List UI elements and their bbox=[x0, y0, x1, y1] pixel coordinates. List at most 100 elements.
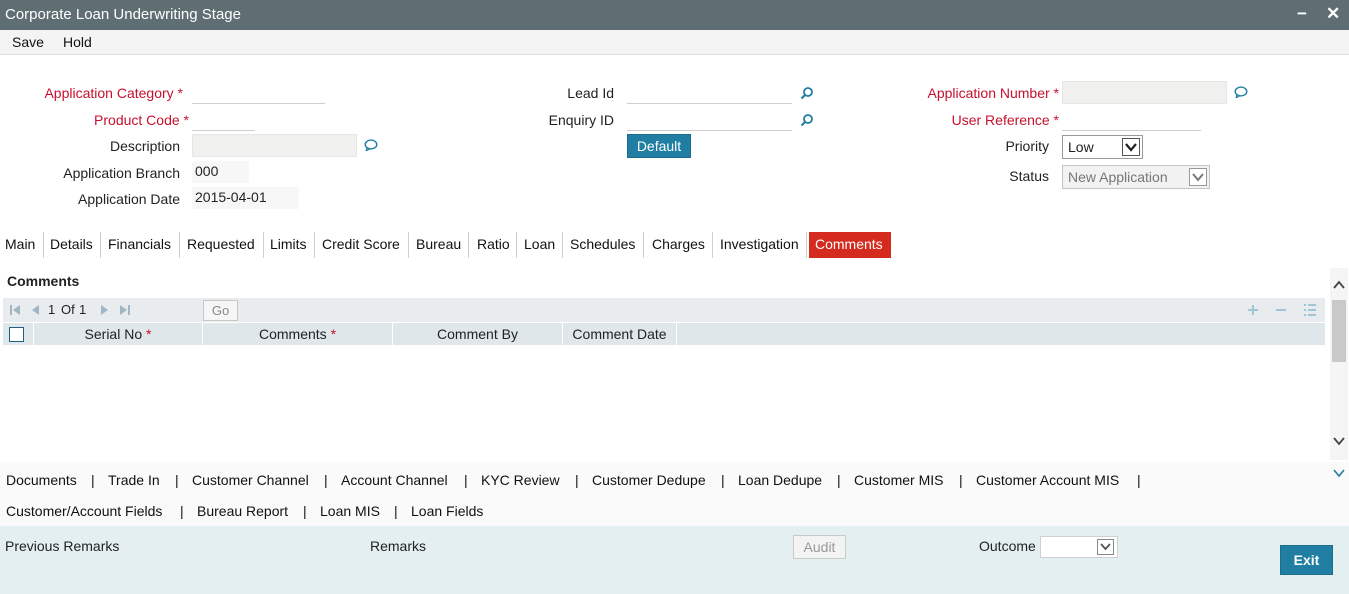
status-value: New Application bbox=[1068, 169, 1168, 185]
column-comment-by[interactable]: Comment By bbox=[393, 323, 563, 345]
tab-schedules[interactable]: Schedules bbox=[570, 232, 644, 258]
chevron-down-icon bbox=[1122, 138, 1140, 156]
link-customer-account-mis[interactable]: Customer Account MIS bbox=[976, 472, 1119, 488]
link-customer-channel[interactable]: Customer Channel bbox=[192, 472, 309, 488]
tab-bureau[interactable]: Bureau bbox=[416, 232, 469, 258]
tab-credit-score[interactable]: Credit Score bbox=[322, 232, 409, 258]
grid-header: Serial No * Comments * Comment By Commen… bbox=[3, 323, 1325, 345]
link-separator: | bbox=[394, 503, 398, 519]
window-title: Corporate Loan Underwriting Stage bbox=[5, 6, 241, 23]
outcome-select[interactable] bbox=[1040, 536, 1118, 558]
user-reference-input[interactable] bbox=[1062, 109, 1201, 131]
application-date-value: 2015-04-01 bbox=[192, 187, 299, 209]
tab-investigation[interactable]: Investigation bbox=[720, 232, 807, 258]
window-titlebar: Corporate Loan Underwriting Stage − ✕ bbox=[0, 0, 1349, 30]
default-button[interactable]: Default bbox=[627, 134, 691, 158]
column-comment-date[interactable]: Comment Date bbox=[563, 323, 677, 345]
link-bureau-report[interactable]: Bureau Report bbox=[197, 503, 288, 519]
pager-total-pages: 1 bbox=[79, 302, 87, 317]
go-button[interactable]: Go bbox=[203, 300, 238, 321]
application-number-comment-icon[interactable] bbox=[1234, 86, 1248, 98]
chevron-down-icon bbox=[1189, 168, 1207, 186]
column-comments[interactable]: Comments * bbox=[203, 323, 393, 345]
tab-comments[interactable]: Comments bbox=[809, 232, 891, 258]
comments-section-title: Comments bbox=[7, 273, 80, 289]
link-customer-mis[interactable]: Customer MIS bbox=[854, 472, 943, 488]
tab-financials[interactable]: Financials bbox=[108, 232, 180, 258]
link-separator: | bbox=[464, 472, 468, 488]
tab-requested[interactable]: Requested bbox=[187, 232, 264, 258]
enquiry-id-search-icon[interactable] bbox=[800, 113, 814, 127]
first-page-icon[interactable] bbox=[9, 304, 21, 316]
product-code-label: Product Code * bbox=[94, 112, 189, 128]
link-separator: | bbox=[303, 503, 307, 519]
add-row-icon[interactable] bbox=[1247, 304, 1259, 316]
remarks-label[interactable]: Remarks bbox=[370, 538, 426, 554]
link-loan-mis[interactable]: Loan MIS bbox=[320, 503, 380, 519]
save-menu[interactable]: Save bbox=[12, 34, 44, 50]
tab-loan[interactable]: Loan bbox=[524, 232, 563, 258]
description-input[interactable] bbox=[192, 134, 357, 157]
scroll-down-icon[interactable] bbox=[1333, 436, 1345, 446]
application-category-input[interactable] bbox=[192, 82, 325, 104]
link-separator: | bbox=[180, 503, 184, 519]
subsystem-links: Documents | Trade In | Customer Channel … bbox=[0, 462, 1349, 526]
link-trade-in[interactable]: Trade In bbox=[108, 472, 160, 488]
link-separator: | bbox=[324, 472, 328, 488]
link-loan-dedupe[interactable]: Loan Dedupe bbox=[738, 472, 822, 488]
pager-of-label: Of bbox=[61, 302, 75, 317]
exit-button[interactable]: Exit bbox=[1280, 545, 1333, 575]
tab-bar: Main Details Financials Requested Limits… bbox=[0, 232, 1349, 258]
link-separator: | bbox=[175, 472, 179, 488]
lead-id-input[interactable] bbox=[627, 82, 792, 104]
priority-select[interactable]: Low bbox=[1062, 135, 1143, 159]
application-number-input[interactable] bbox=[1062, 81, 1227, 104]
hold-menu[interactable]: Hold bbox=[63, 34, 92, 50]
grid-toolbar: 1 Of 1 Go bbox=[3, 298, 1325, 322]
chevron-down-icon bbox=[1097, 539, 1114, 555]
link-kyc-review[interactable]: KYC Review bbox=[481, 472, 560, 488]
last-page-icon[interactable] bbox=[119, 304, 131, 316]
minimize-icon[interactable]: − bbox=[1297, 4, 1307, 24]
previous-page-icon[interactable] bbox=[29, 304, 41, 316]
close-icon[interactable]: ✕ bbox=[1326, 4, 1340, 24]
tab-limits[interactable]: Limits bbox=[270, 232, 315, 258]
application-date-label: Application Date bbox=[78, 191, 180, 207]
application-branch-label: Application Branch bbox=[63, 165, 180, 181]
product-code-input[interactable] bbox=[192, 109, 255, 131]
description-comment-icon[interactable] bbox=[364, 139, 378, 151]
lead-id-search-icon[interactable] bbox=[800, 86, 814, 100]
select-all-checkbox[interactable] bbox=[9, 327, 24, 342]
next-page-icon[interactable] bbox=[99, 304, 111, 316]
tab-ratio[interactable]: Ratio bbox=[477, 232, 517, 258]
priority-value: Low bbox=[1068, 139, 1094, 155]
application-number-label: Application Number * bbox=[927, 85, 1059, 101]
enquiry-id-input[interactable] bbox=[627, 109, 792, 131]
expand-links-icon[interactable] bbox=[1333, 468, 1345, 478]
scroll-up-icon[interactable] bbox=[1333, 280, 1345, 290]
tab-charges[interactable]: Charges bbox=[652, 232, 713, 258]
priority-label: Priority bbox=[1005, 138, 1049, 154]
link-account-channel[interactable]: Account Channel bbox=[341, 472, 448, 488]
link-loan-fields[interactable]: Loan Fields bbox=[411, 503, 483, 519]
link-customer-account-fields[interactable]: Customer/Account Fields bbox=[6, 503, 162, 519]
vertical-scrollbar[interactable] bbox=[1330, 268, 1348, 460]
application-category-label: Application Category * bbox=[44, 85, 183, 101]
link-customer-dedupe[interactable]: Customer Dedupe bbox=[592, 472, 706, 488]
status-label: Status bbox=[1009, 168, 1049, 184]
enquiry-id-label: Enquiry ID bbox=[548, 112, 614, 128]
footer-bar: Previous Remarks Remarks Audit Outcome E… bbox=[0, 526, 1349, 594]
link-separator: | bbox=[91, 472, 95, 488]
audit-button[interactable]: Audit bbox=[793, 535, 846, 559]
link-documents[interactable]: Documents bbox=[6, 472, 77, 488]
delete-row-icon[interactable] bbox=[1275, 304, 1287, 316]
application-branch-value: 000 bbox=[192, 161, 249, 183]
tab-details[interactable]: Details bbox=[50, 232, 101, 258]
single-view-icon[interactable] bbox=[1303, 303, 1317, 317]
column-serial-no[interactable]: Serial No * bbox=[33, 323, 203, 345]
scrollbar-thumb[interactable] bbox=[1332, 300, 1346, 362]
status-select[interactable]: New Application bbox=[1062, 165, 1210, 189]
previous-remarks-label[interactable]: Previous Remarks bbox=[5, 538, 119, 554]
tab-main[interactable]: Main bbox=[5, 232, 44, 258]
link-separator: | bbox=[575, 472, 579, 488]
